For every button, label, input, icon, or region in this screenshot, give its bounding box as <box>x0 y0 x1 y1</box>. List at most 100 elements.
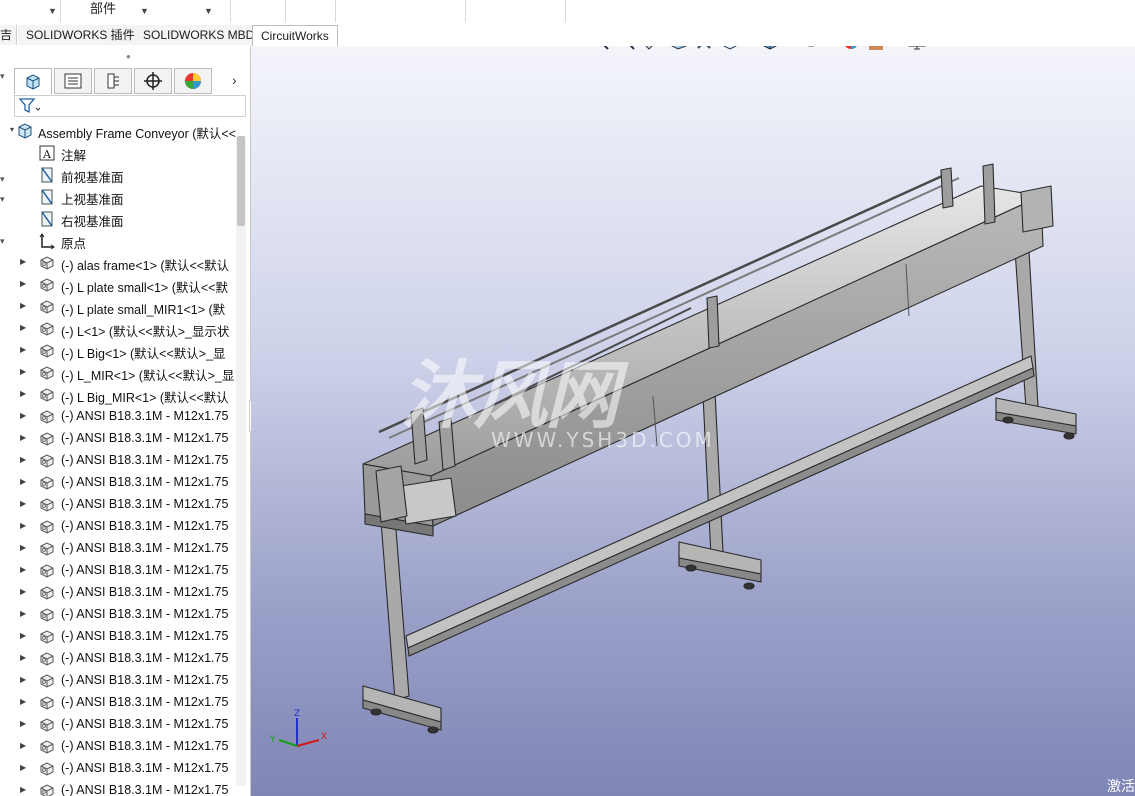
tree-item[interactable]: ▶ (-) ANSI B18.3.1M - M12x1.75 <box>10 714 238 736</box>
tree-item[interactable]: ▶ (-) ANSI B18.3.1M - M12x1.75 <box>10 780 238 796</box>
expand-arrow-icon[interactable]: ▶ <box>20 433 26 442</box>
scrollbar-thumb[interactable] <box>237 136 245 226</box>
expand-arrow-icon[interactable]: ▶ <box>20 763 26 772</box>
collapse-arrow-icon[interactable]: ▾ <box>10 125 14 134</box>
tree-item-label: 上视基准面 <box>61 193 124 207</box>
filter-icon[interactable] <box>19 98 41 114</box>
expand-arrow-icon[interactable]: ▶ <box>20 565 26 574</box>
command-manager-ribbon: ▼ 部件 ▼ ▼ <box>0 0 1135 25</box>
tree-item[interactable]: ▶ (-) L plate small<1> (默认<<默 <box>10 274 238 296</box>
tree-item[interactable]: 原点 <box>10 230 238 252</box>
collapse-arrow-icon[interactable]: ▾ <box>0 236 5 247</box>
tree-item[interactable]: ▶ (-) ANSI B18.3.1M - M12x1.75 <box>10 428 238 450</box>
expand-arrow-icon[interactable]: ▶ <box>20 697 26 706</box>
tree-item[interactable]: ▶ (-) L_MIR<1> (默认<<默认>_显 <box>10 362 238 384</box>
collapse-arrow-icon[interactable]: ▾ <box>0 71 5 82</box>
tree-scrollbar[interactable] <box>236 136 246 786</box>
dropdown-arrow-icon[interactable]: ▼ <box>204 6 213 16</box>
filter-bar[interactable] <box>14 95 246 117</box>
dimxpert-icon[interactable] <box>134 68 172 94</box>
expand-arrow-icon[interactable]: ▶ <box>20 653 26 662</box>
tree-item[interactable]: ▶ (-) ANSI B18.3.1M - M12x1.75 <box>10 538 238 560</box>
tree-item-label: (-) ANSI B18.3.1M - M12x1.75 <box>61 475 229 489</box>
tree-item[interactable]: ▶ (-) ANSI B18.3.1M - M12x1.75 <box>10 626 238 648</box>
tree-item[interactable]: ▶ (-) ANSI B18.3.1M - M12x1.75 <box>10 736 238 758</box>
tab-circuitworks[interactable]: CircuitWorks <box>252 25 338 46</box>
ribbon-assembly-label[interactable]: 部件 <box>90 0 116 17</box>
expand-arrow-icon[interactable]: ▶ <box>20 631 26 640</box>
expand-arrow-icon[interactable]: ▶ <box>20 675 26 684</box>
ribbon-group[interactable]: ▼ <box>0 0 61 22</box>
expand-arrow-icon[interactable]: ▶ <box>20 389 26 398</box>
collapse-arrow-icon[interactable]: ▾ <box>0 194 5 205</box>
tree-item[interactable]: ▶ (-) ANSI B18.3.1M - M12x1.75 <box>10 604 238 626</box>
tree-item[interactable]: ▶ (-) ANSI B18.3.1M - M12x1.75 <box>10 758 238 780</box>
tree-item[interactable]: 上视基准面 <box>10 186 238 208</box>
part-icon <box>38 672 56 690</box>
feature-manager-icon[interactable] <box>14 68 52 94</box>
dropdown-arrow-icon[interactable]: ▼ <box>48 6 57 16</box>
tree-item[interactable]: ▶ (-) ANSI B18.3.1M - M12x1.75 <box>10 494 238 516</box>
expand-arrow-icon[interactable]: ▶ <box>20 345 26 354</box>
expand-arrow-icon[interactable]: ▶ <box>20 323 26 332</box>
tree-item-label: (-) ANSI B18.3.1M - M12x1.75 <box>61 607 229 621</box>
expand-arrow-icon[interactable]: ▶ <box>20 587 26 596</box>
expand-arrow-icon[interactable]: ▶ <box>20 477 26 486</box>
tree-item[interactable]: ▶ (-) L Big<1> (默认<<默认>_显 <box>10 340 238 362</box>
conveyor-frame-model[interactable] <box>251 46 1135 796</box>
collapse-arrow-icon[interactable]: ▾ <box>0 174 5 185</box>
expand-arrow-icon[interactable]: ▶ <box>20 301 26 310</box>
tree-item[interactable]: ▶ (-) L Big_MIR<1> (默认<<默认 <box>10 384 238 406</box>
tree-item[interactable]: A 注解 <box>10 142 238 164</box>
tab-solidworks-addins[interactable]: SOLIDWORKS 插件 <box>18 25 144 45</box>
expand-arrow-icon[interactable]: ▶ <box>20 785 26 794</box>
tab-partial[interactable]: 吉 <box>0 25 18 45</box>
expand-arrow-icon[interactable]: ▶ <box>20 279 26 288</box>
expand-arrow-icon[interactable]: ▶ <box>20 499 26 508</box>
triad-x-axis <box>296 739 320 747</box>
ribbon-group[interactable] <box>285 0 336 22</box>
ribbon-group-assembly[interactable]: 部件 ▼ ▼ <box>60 0 231 22</box>
expand-arrow-icon[interactable]: ▶ <box>20 521 26 530</box>
expand-arrow-icon[interactable]: ▶ <box>20 411 26 420</box>
ribbon-group[interactable] <box>335 0 466 22</box>
assembly-icon <box>16 122 34 140</box>
expand-arrow-icon[interactable]: ▶ <box>20 609 26 618</box>
tree-item[interactable]: ▶ (-) ANSI B18.3.1M - M12x1.75 <box>10 406 238 428</box>
tree-root-assembly[interactable]: ▾ Assembly Frame Conveyor (默认<< <box>10 120 238 142</box>
plane-icon <box>38 166 56 184</box>
expand-arrow-icon[interactable]: ▶ <box>20 543 26 552</box>
tree-item[interactable]: ▶ (-) alas frame<1> (默认<<默认 <box>10 252 238 274</box>
display-manager-icon[interactable] <box>174 68 212 94</box>
expand-arrow-icon[interactable]: ▶ <box>20 257 26 266</box>
tree-item[interactable]: ▶ (-) ANSI B18.3.1M - M12x1.75 <box>10 560 238 582</box>
configuration-manager-icon[interactable] <box>94 68 132 94</box>
property-manager-icon[interactable] <box>54 68 92 94</box>
tree-item-label: (-) ANSI B18.3.1M - M12x1.75 <box>61 409 229 423</box>
dropdown-arrow-icon[interactable]: ▼ <box>140 6 149 16</box>
tree-item[interactable]: ▶ (-) ANSI B18.3.1M - M12x1.75 <box>10 692 238 714</box>
ribbon-group[interactable] <box>465 0 566 22</box>
graphics-viewport[interactable]: ▼▼▼▼▼ <box>251 46 1135 796</box>
tree-item[interactable]: ▶ (-) ANSI B18.3.1M - M12x1.75 <box>10 516 238 538</box>
expand-arrow-icon[interactable]: ▶ <box>20 719 26 728</box>
expand-arrow-icon[interactable]: ▶ <box>20 455 26 464</box>
expand-arrow-icon[interactable]: ▶ <box>20 367 26 376</box>
tree-item[interactable]: ▶ (-) L plate small_MIR1<1> (默 <box>10 296 238 318</box>
tree-item[interactable]: ▶ (-) ANSI B18.3.1M - M12x1.75 <box>10 648 238 670</box>
expand-arrow-icon[interactable]: ▶ <box>20 741 26 750</box>
watermark-url: WWW.YSH3D.COM <box>491 428 715 452</box>
panel-grip-icon[interactable]: ● <box>126 52 131 61</box>
tree-item[interactable]: ▶ (-) ANSI B18.3.1M - M12x1.75 <box>10 670 238 692</box>
command-tabs: 吉 SOLIDWORKS 插件 SOLIDWORKS MBD CircuitWo… <box>0 24 1135 46</box>
tab-solidworks-mbd[interactable]: SOLIDWORKS MBD <box>135 25 264 45</box>
tree-item[interactable]: 右视基准面 <box>10 208 238 230</box>
tree-item[interactable]: ▶ (-) ANSI B18.3.1M - M12x1.75 <box>10 472 238 494</box>
chevron-right-icon[interactable]: › <box>232 72 237 88</box>
tree-item[interactable]: ▶ (-) ANSI B18.3.1M - M12x1.75 <box>10 582 238 604</box>
tree-item[interactable]: ▶ (-) ANSI B18.3.1M - M12x1.75 <box>10 450 238 472</box>
tree-item[interactable]: 前视基准面 <box>10 164 238 186</box>
part-icon <box>38 650 56 668</box>
ribbon-group[interactable] <box>230 0 286 22</box>
tree-item[interactable]: ▶ (-) L<1> (默认<<默认>_显示状 <box>10 318 238 340</box>
